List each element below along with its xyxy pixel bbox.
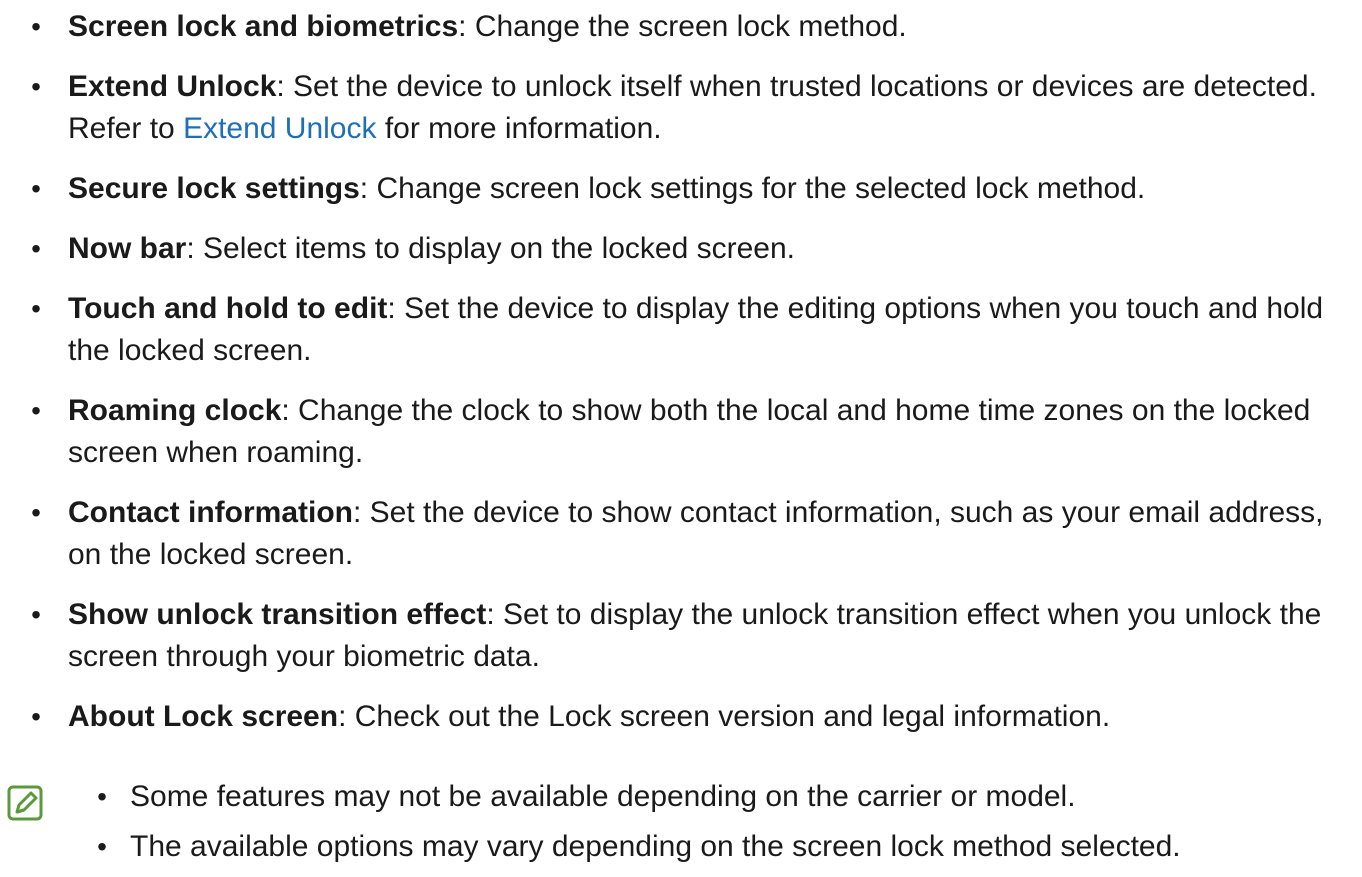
note-item: • Some features may not be available dep… <box>0 776 1362 818</box>
bullet-marker: • <box>31 701 41 732</box>
bullet-description-end: for more information. <box>376 112 662 145</box>
bullet-term: Show unlock transition effect <box>68 598 487 631</box>
bullet-marker: • <box>31 233 41 264</box>
bullet-contact-information: • Contact information: Set the device to… <box>0 492 1362 576</box>
bullet-secure-lock-settings: • Secure lock settings: Change screen lo… <box>0 168 1362 210</box>
bullet-marker: • <box>97 831 107 862</box>
note-block: • Some features may not be available dep… <box>0 776 1362 876</box>
bullet-marker: • <box>31 599 41 630</box>
bullet-now-bar: • Now bar: Select items to display on th… <box>0 228 1362 270</box>
bullet-term: About Lock screen <box>68 700 339 733</box>
note-list: • Some features may not be available dep… <box>0 776 1362 868</box>
bullet-description: : Select items to display on the locked … <box>186 232 796 265</box>
bullet-about-lock-screen: • About Lock screen: Check out the Lock … <box>0 696 1362 738</box>
bullet-description: : Change the screen lock method. <box>458 10 907 43</box>
bullet-marker: • <box>31 11 41 42</box>
bullet-term: Touch and hold to edit <box>68 292 388 325</box>
bullet-marker: • <box>31 293 41 324</box>
bullet-term: Extend Unlock <box>68 70 277 103</box>
bullet-description: : Check out the Lock screen version and … <box>338 700 1111 733</box>
bullet-term: Now bar <box>68 232 187 265</box>
bullet-term: Contact information <box>68 496 353 529</box>
note-text: Some features may not be available depen… <box>130 780 1076 813</box>
bullet-description: : Change screen lock settings for the se… <box>359 172 1146 205</box>
bullet-roaming-clock: • Roaming clock: Change the clock to sho… <box>0 390 1362 474</box>
bullet-marker: • <box>97 781 107 812</box>
bullet-marker: • <box>31 173 41 204</box>
extend-unlock-link[interactable]: Extend Unlock <box>183 112 376 145</box>
settings-bullet-list: • Screen lock and biometrics: Change the… <box>0 6 1362 756</box>
document-page: • Screen lock and biometrics: Change the… <box>0 0 1362 877</box>
bullet-term: Secure lock settings <box>68 172 360 205</box>
bullet-screen-lock-and-biometrics: • Screen lock and biometrics: Change the… <box>0 6 1362 48</box>
note-item: • The available options may vary dependi… <box>0 826 1362 868</box>
bullet-term: Roaming clock <box>68 394 282 427</box>
bullet-marker: • <box>31 395 41 426</box>
bullet-extend-unlock: • Extend Unlock: Set the device to unloc… <box>0 66 1362 150</box>
bullet-show-unlock-transition-effect: • Show unlock transition effect: Set to … <box>0 594 1362 678</box>
note-text: The available options may vary depending… <box>130 830 1181 863</box>
bullet-touch-and-hold-to-edit: • Touch and hold to edit: Set the device… <box>0 288 1362 372</box>
bullet-marker: • <box>31 71 41 102</box>
bullet-term: Screen lock and biometrics <box>68 10 459 43</box>
bullet-marker: • <box>31 497 41 528</box>
